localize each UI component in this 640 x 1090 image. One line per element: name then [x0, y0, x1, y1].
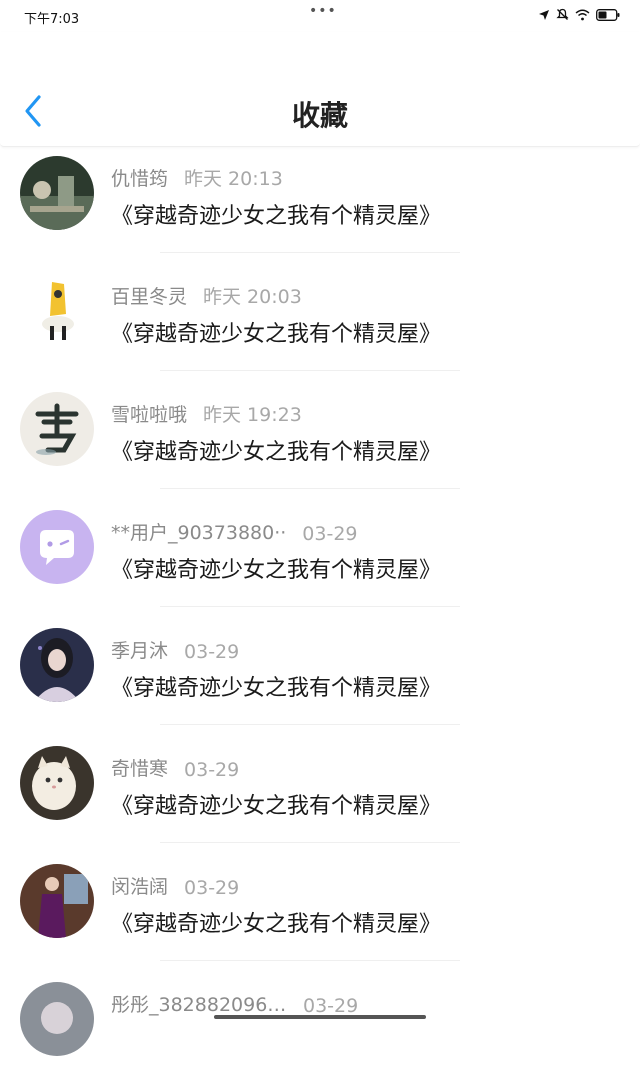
status-time: 下午7:03: [24, 12, 80, 27]
book-title[interactable]: 《穿越奇迹少女之我有个精灵屋》: [111, 552, 441, 584]
list-item[interactable]: 百里冬灵 昨天 20:03 《穿越奇迹少女之我有个精灵屋》: [0, 264, 640, 382]
list-item[interactable]: 季月沐 03-29 《穿越奇迹少女之我有个精灵屋》: [0, 618, 640, 736]
list-item[interactable]: 闵浩阔 03-29 《穿越奇迹少女之我有个精灵屋》: [0, 854, 640, 972]
list-item[interactable]: 雪啦啦哦 昨天 19:23 《穿越奇迹少女之我有个精灵屋》: [0, 382, 640, 500]
list-item[interactable]: **用户_90373880·· 03-29 《穿越奇迹少女之我有个精灵屋》: [0, 500, 640, 618]
avatar: [20, 982, 94, 1056]
divider: [160, 252, 460, 253]
divider: [160, 488, 460, 489]
book-title[interactable]: 《穿越奇迹少女之我有个精灵屋》: [111, 434, 441, 466]
user-name[interactable]: 仇惜筠: [111, 164, 168, 191]
avatar: [20, 392, 94, 466]
item-meta: **用户_90373880·· 03-29: [111, 518, 358, 545]
timestamp: 03-29: [303, 995, 359, 1017]
timestamp: 昨天 20:03: [203, 286, 302, 308]
item-meta: 百里冬灵 昨天 20:03: [111, 282, 302, 309]
book-title[interactable]: 《穿越奇迹少女之我有个精灵屋》: [111, 198, 441, 230]
multitask-dots[interactable]: •••: [309, 3, 337, 19]
status-bar: 下午7:03 •••: [0, 0, 640, 32]
user-name[interactable]: 奇惜寒: [111, 754, 168, 781]
timestamp: 03-29: [184, 641, 240, 663]
avatar: [20, 510, 94, 584]
avatar: [20, 274, 94, 348]
user-name[interactable]: 百里冬灵: [111, 282, 187, 309]
timestamp: 03-29: [184, 877, 240, 899]
list-item[interactable]: 彤彤_3828820964·· 03-29: [0, 972, 640, 1090]
timestamp: 03-29: [184, 759, 240, 781]
divider: [160, 960, 460, 961]
mute-icon: [556, 8, 569, 20]
user-name[interactable]: 季月沐: [111, 636, 168, 663]
item-meta: 奇惜寒 03-29: [111, 754, 239, 781]
user-name[interactable]: 雪啦啦哦: [111, 400, 187, 427]
avatar: [20, 156, 94, 230]
book-title[interactable]: 《穿越奇迹少女之我有个精灵屋》: [111, 670, 441, 702]
list-item[interactable]: 奇惜寒 03-29 《穿越奇迹少女之我有个精灵屋》: [0, 736, 640, 854]
timestamp: 03-29: [302, 523, 358, 545]
user-name[interactable]: 闵浩阔: [111, 872, 168, 899]
item-meta: 仇惜筠 昨天 20:13: [111, 164, 283, 191]
divider: [160, 370, 460, 371]
timestamp: 昨天 20:13: [184, 168, 283, 190]
user-name[interactable]: **用户_90373880··: [111, 518, 286, 545]
home-indicator[interactable]: [214, 1015, 426, 1019]
avatar: [20, 628, 94, 702]
nav-bar: 收藏: [0, 32, 640, 147]
book-title[interactable]: 《穿越奇迹少女之我有个精灵屋》: [111, 906, 441, 938]
location-icon: [539, 9, 549, 20]
list-item[interactable]: 仇惜筠 昨天 20:13 《穿越奇迹少女之我有个精灵屋》: [0, 146, 640, 264]
item-meta: 闵浩阔 03-29: [111, 872, 239, 899]
item-meta: 季月沐 03-29: [111, 636, 239, 663]
page-title: 收藏: [291, 99, 348, 132]
divider: [160, 724, 460, 725]
item-meta: 彤彤_3828820964·· 03-29: [111, 990, 358, 1017]
divider: [160, 606, 460, 607]
book-title[interactable]: 《穿越奇迹少女之我有个精灵屋》: [111, 316, 441, 348]
book-title[interactable]: 《穿越奇迹少女之我有个精灵屋》: [111, 788, 441, 820]
timestamp: 昨天 19:23: [203, 404, 302, 426]
battery-icon: [596, 8, 620, 21]
wifi-icon: [575, 9, 590, 20]
item-meta: 雪啦啦哦 昨天 19:23: [111, 400, 302, 427]
avatar: [20, 864, 94, 938]
status-icons: [538, 8, 620, 21]
user-name[interactable]: 彤彤_3828820964··: [111, 990, 287, 1017]
avatar: [20, 746, 94, 820]
divider: [160, 842, 460, 843]
